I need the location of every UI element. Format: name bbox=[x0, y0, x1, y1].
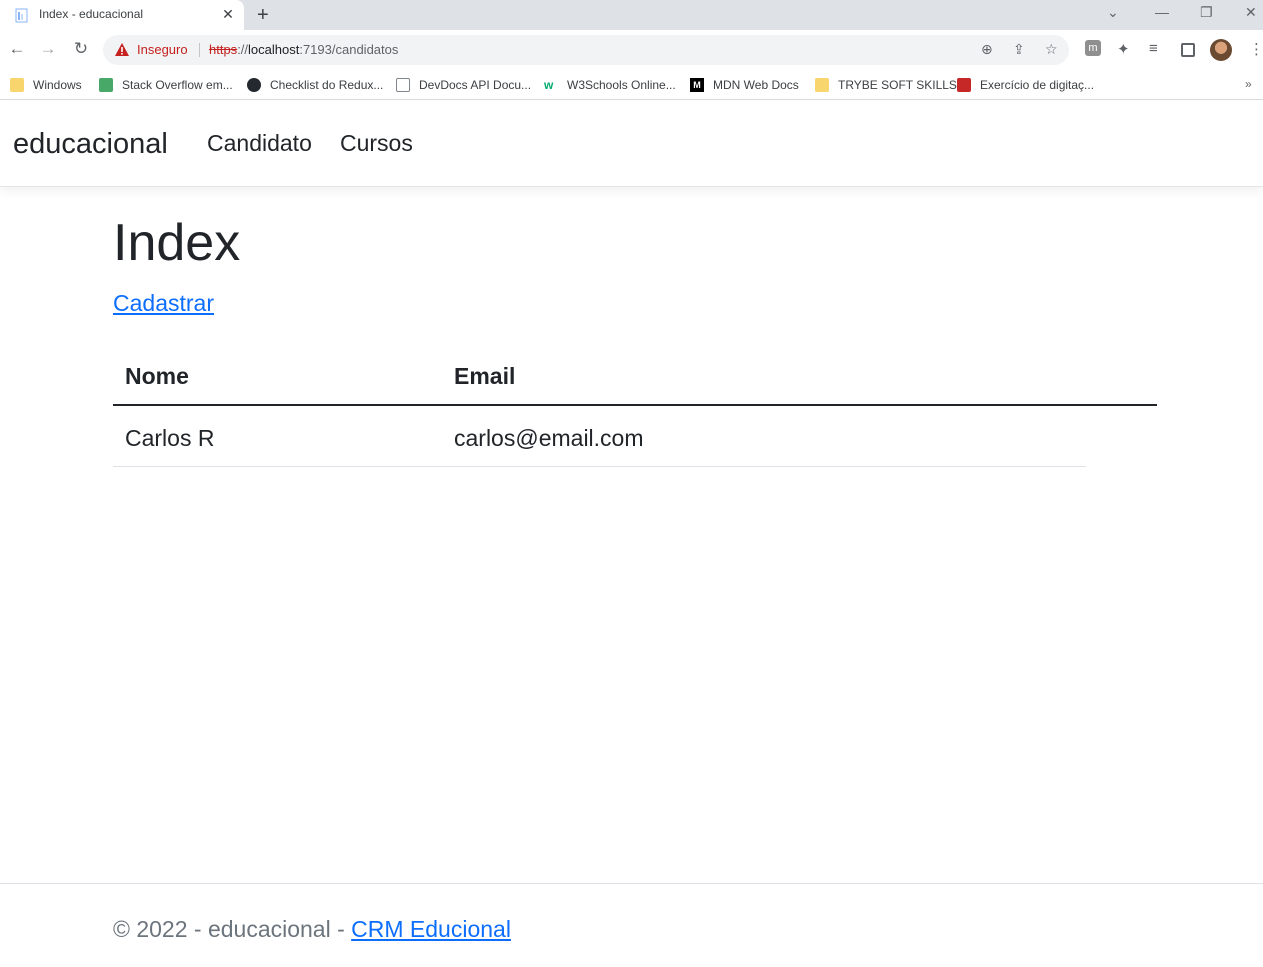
url-separator: :// bbox=[237, 42, 249, 57]
bookmark-item[interactable]: DevDocs API Docu... bbox=[396, 75, 531, 95]
new-tab-button[interactable]: + bbox=[257, 4, 269, 27]
url-text[interactable]: https://localhost:7193/candidatos bbox=[209, 42, 398, 57]
url-host: localhost bbox=[248, 42, 300, 57]
extensions-puzzle-icon[interactable]: ✦ bbox=[1117, 40, 1130, 58]
close-tab-icon[interactable]: ✕ bbox=[221, 6, 235, 23]
more-menu-icon[interactable]: ⋮ bbox=[1249, 40, 1263, 58]
bookmark-label: TRYBE SOFT SKILLS bbox=[838, 78, 957, 92]
minimize-icon[interactable]: — bbox=[1155, 4, 1169, 20]
nav-link-candidato[interactable]: Candidato bbox=[207, 130, 312, 157]
restore-icon[interactable]: ❐ bbox=[1200, 4, 1213, 21]
bookmark-label: Checklist do Redux... bbox=[270, 78, 384, 92]
table-header-email: Email bbox=[454, 363, 516, 389]
stackoverflow-icon bbox=[99, 78, 113, 92]
more-bookmarks-icon[interactable]: » bbox=[1245, 77, 1252, 91]
table-cell-nome: Carlos R bbox=[125, 425, 215, 451]
navbar-brand[interactable]: educacional bbox=[13, 128, 168, 161]
bookmark-label: Exercício de digitaç... bbox=[980, 78, 1095, 92]
bookmark-item[interactable]: Stack Overflow em... bbox=[99, 75, 233, 95]
create-link[interactable]: Cadastrar bbox=[113, 290, 214, 317]
folder-icon bbox=[815, 78, 829, 92]
footer-copyright: © 2022 - educacional - bbox=[113, 916, 352, 942]
page-title: Index bbox=[113, 214, 241, 272]
table-header-divider bbox=[113, 404, 1157, 406]
footer-link[interactable]: CRM Educional bbox=[351, 916, 511, 942]
profile-avatar[interactable] bbox=[1210, 39, 1232, 61]
typing-icon bbox=[957, 78, 971, 92]
bookmark-item[interactable]: Checklist do Redux... bbox=[247, 75, 383, 95]
table-header-nome: Nome bbox=[125, 363, 189, 389]
folder-icon bbox=[10, 78, 24, 92]
bookmark-label: Stack Overflow em... bbox=[122, 78, 233, 92]
tab-search-icon[interactable]: ⌄ bbox=[1107, 4, 1119, 21]
site-navbar: educacional Candidato Cursos bbox=[0, 101, 1263, 187]
omnibox-divider bbox=[199, 43, 200, 57]
page-favicon-icon bbox=[15, 8, 28, 23]
browser-tab[interactable]: Index - educacional ✕ bbox=[0, 0, 244, 30]
bookmark-item[interactable]: Exercício de digitaç... bbox=[957, 75, 1094, 95]
table-row-divider bbox=[113, 466, 1086, 467]
devdocs-icon bbox=[396, 78, 410, 92]
bookmark-label: W3Schools Online... bbox=[567, 78, 676, 92]
address-bar[interactable]: Inseguro https://localhost:7193/candidat… bbox=[103, 35, 1069, 65]
w3schools-icon: w bbox=[544, 78, 554, 92]
page-footer: © 2022 - educacional - CRM Educional bbox=[0, 883, 1263, 967]
url-path: :7193/candidatos bbox=[299, 42, 399, 57]
close-window-icon[interactable]: ✕ bbox=[1245, 4, 1257, 21]
mdn-icon: M bbox=[690, 78, 704, 92]
tab-strip: Index - educacional ✕ + ⌄ — ❐ ✕ bbox=[0, 0, 1263, 30]
tab-title: Index - educacional bbox=[39, 7, 144, 21]
reload-icon[interactable]: ↻ bbox=[71, 39, 91, 59]
bookmark-item[interactable]: TRYBE SOFT SKILLS bbox=[815, 75, 957, 95]
media-control-icon[interactable]: ≡ bbox=[1149, 40, 1158, 57]
security-status[interactable]: Inseguro bbox=[137, 42, 188, 57]
browser-toolbar: ← → ↻ Inseguro https://localhost:7193/ca… bbox=[0, 30, 1263, 70]
bookmark-label: DevDocs API Docu... bbox=[419, 78, 532, 92]
back-icon[interactable]: ← bbox=[7, 39, 27, 59]
share-icon[interactable]: ⇪ bbox=[1013, 41, 1025, 58]
github-icon bbox=[247, 78, 261, 92]
warning-icon bbox=[115, 43, 129, 56]
url-scheme: https bbox=[209, 42, 238, 57]
table-cell-email: carlos@email.com bbox=[454, 425, 644, 451]
forward-icon[interactable]: → bbox=[38, 39, 58, 59]
zoom-icon[interactable]: ⊕ bbox=[981, 41, 993, 58]
bookmark-label: MDN Web Docs bbox=[713, 78, 799, 92]
bookmarks-bar: Windows Stack Overflow em... Checklist d… bbox=[0, 70, 1263, 100]
mastodon-extension-icon[interactable]: m bbox=[1085, 40, 1101, 56]
bookmark-item[interactable]: M MDN Web Docs bbox=[690, 75, 799, 95]
footer-text: © 2022 - educacional - CRM Educional bbox=[113, 916, 511, 943]
bookmark-star-icon[interactable]: ☆ bbox=[1045, 41, 1058, 58]
nav-link-cursos[interactable]: Cursos bbox=[340, 130, 413, 157]
bookmark-item[interactable]: w W3Schools Online... bbox=[544, 75, 676, 95]
bookmark-label: Windows bbox=[33, 78, 82, 92]
bookmark-item[interactable]: Windows bbox=[10, 75, 82, 95]
side-panel-icon[interactable] bbox=[1181, 43, 1195, 57]
